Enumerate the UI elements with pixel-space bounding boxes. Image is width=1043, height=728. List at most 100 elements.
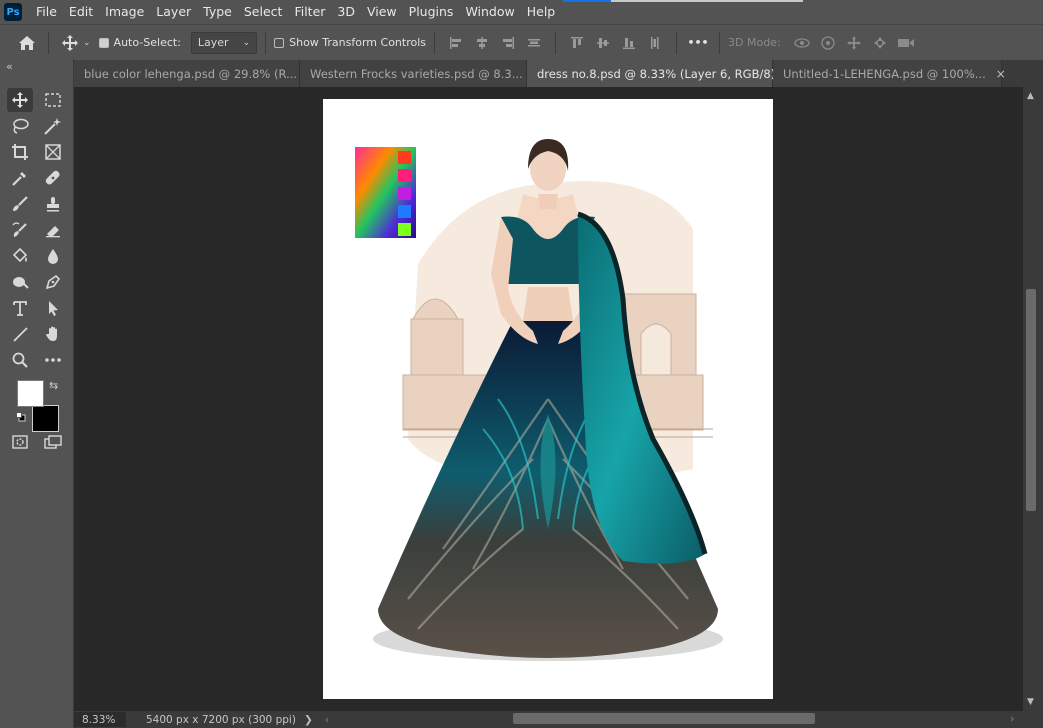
brush-icon xyxy=(13,196,28,211)
align-vcenter-button[interactable] xyxy=(590,30,616,56)
type-tool[interactable] xyxy=(7,296,33,320)
horizontal-scroll-thumb[interactable] xyxy=(513,713,815,724)
arrow-pointer-icon xyxy=(49,301,58,316)
history-brush-icon xyxy=(12,222,27,237)
close-icon[interactable]: × xyxy=(996,67,1006,81)
menu-select[interactable]: Select xyxy=(238,0,289,24)
scroll-down-icon[interactable]: ▼ xyxy=(1027,697,1034,707)
brush-tool[interactable] xyxy=(7,192,33,216)
menu-layer[interactable]: Layer xyxy=(150,0,197,24)
align-top-icon xyxy=(571,36,584,48)
3d-mode-label: 3D Mode: xyxy=(728,36,781,49)
align-top-button[interactable] xyxy=(564,30,590,56)
scroll-right-icon[interactable]: › xyxy=(1010,712,1014,725)
tab-blue-color-lehenga[interactable]: blue color lehenga.psd @ 29.8% (R... × xyxy=(74,60,317,87)
bandage-icon xyxy=(45,170,60,185)
swap-colors-icon[interactable]: ⇆ xyxy=(49,379,58,392)
more-tools[interactable] xyxy=(40,348,66,372)
align-bottom-button[interactable] xyxy=(616,30,642,56)
menu-plugins[interactable]: Plugins xyxy=(403,0,460,24)
menu-filter[interactable]: Filter xyxy=(288,0,331,24)
clone-stamp-tool[interactable] xyxy=(40,192,66,216)
eyedropper-icon xyxy=(12,172,26,186)
collapse-panel-icon[interactable]: « xyxy=(6,60,13,73)
healing-brush-tool[interactable] xyxy=(40,166,66,190)
scroll-left-icon[interactable]: ‹ xyxy=(325,714,329,726)
3d-slide-button[interactable] xyxy=(867,30,893,56)
menu-edit[interactable]: Edit xyxy=(63,0,99,24)
dodge-tool[interactable] xyxy=(7,270,33,294)
align-left-icon xyxy=(450,36,462,49)
distribute-button[interactable] xyxy=(521,30,547,56)
path-selection-tool[interactable] xyxy=(40,296,66,320)
zoom-field[interactable]: 8.33% xyxy=(74,712,126,727)
move-tool[interactable] xyxy=(7,88,33,112)
menu-type[interactable]: Type xyxy=(197,0,238,24)
hand-tool[interactable] xyxy=(40,322,66,346)
align-left-button[interactable] xyxy=(443,30,469,56)
align-hcenter-button[interactable] xyxy=(469,30,495,56)
menu-window[interactable]: Window xyxy=(459,0,520,24)
screen-mode-button[interactable] xyxy=(40,430,66,454)
frame-tool[interactable] xyxy=(40,140,66,164)
marquee-tool[interactable] xyxy=(40,88,66,112)
home-button[interactable] xyxy=(14,30,40,56)
divider xyxy=(719,31,721,54)
status-menu-arrow[interactable]: ❯ xyxy=(304,714,313,726)
water-drop-icon xyxy=(48,249,58,264)
menu-3d[interactable]: 3D xyxy=(331,0,361,24)
menu-image[interactable]: Image xyxy=(99,0,150,24)
quick-mask-button[interactable] xyxy=(7,430,33,454)
eyedropper-tool[interactable] xyxy=(7,166,33,190)
ellipsis-icon xyxy=(45,358,61,362)
menu-view[interactable]: View xyxy=(361,0,403,24)
foreground-color-swatch[interactable] xyxy=(17,380,44,407)
menu-bar: Ps File Edit Image Layer Type Select Fil… xyxy=(0,0,1043,24)
video-camera-icon xyxy=(897,38,914,47)
history-brush-tool[interactable] xyxy=(7,218,33,242)
3d-roll-button[interactable] xyxy=(815,30,841,56)
auto-select-checkbox[interactable] xyxy=(98,37,109,48)
quick-mask-icon xyxy=(12,435,28,449)
tab-western-frocks[interactable]: Western Frocks varieties.psd @ 8.3... × xyxy=(300,60,543,87)
blur-tool[interactable] xyxy=(40,244,66,268)
pan-icon xyxy=(846,35,861,50)
type-icon xyxy=(13,301,27,316)
lasso-tool[interactable] xyxy=(7,114,33,138)
magic-wand-tool[interactable] xyxy=(40,114,66,138)
paint-bucket-tool[interactable] xyxy=(7,244,33,268)
distribute-vertical-button[interactable] xyxy=(642,30,668,56)
3d-scale-button[interactable] xyxy=(893,30,919,56)
marquee-icon xyxy=(45,93,61,107)
roll-icon xyxy=(821,35,835,50)
background-color-swatch[interactable] xyxy=(32,405,59,432)
auto-select-dropdown[interactable]: Layer ⌄ xyxy=(190,31,258,54)
default-colors-icon[interactable] xyxy=(16,411,26,422)
chevron-down-icon[interactable]: ⌄ xyxy=(83,38,91,48)
show-transform-checkbox[interactable] xyxy=(274,37,285,48)
tab-untitled-1-lehenga[interactable]: Untitled-1-LEHENGA.psd @ 100%... × xyxy=(773,60,1006,87)
divider xyxy=(48,31,49,54)
more-options-button[interactable]: ••• xyxy=(685,30,711,56)
magic-wand-icon xyxy=(44,118,61,135)
align-right-icon xyxy=(503,36,515,49)
menu-file[interactable]: File xyxy=(30,0,63,24)
line-tool[interactable] xyxy=(7,322,33,346)
3d-pan-button[interactable] xyxy=(841,30,867,56)
3d-orbit-button[interactable] xyxy=(789,30,815,56)
lasso-icon xyxy=(13,118,29,134)
move-icon xyxy=(12,92,28,108)
home-icon xyxy=(19,35,35,50)
zoom-tool[interactable] xyxy=(7,348,33,372)
align-right-button[interactable] xyxy=(495,30,521,56)
move-tool-preset-button[interactable] xyxy=(57,30,83,56)
crop-tool[interactable] xyxy=(7,140,33,164)
menu-help[interactable]: Help xyxy=(521,0,562,24)
vertical-scroll-thumb[interactable] xyxy=(1026,289,1036,511)
eraser-tool[interactable] xyxy=(40,218,66,242)
scroll-up-icon[interactable]: ▲ xyxy=(1027,91,1034,101)
document-canvas[interactable] xyxy=(323,99,773,699)
tab-dress-no-8[interactable]: dress no.8.psd @ 8.33% (Layer 6, RGB/8) … xyxy=(527,60,795,87)
slide-icon xyxy=(873,36,886,49)
pen-tool[interactable] xyxy=(40,270,66,294)
